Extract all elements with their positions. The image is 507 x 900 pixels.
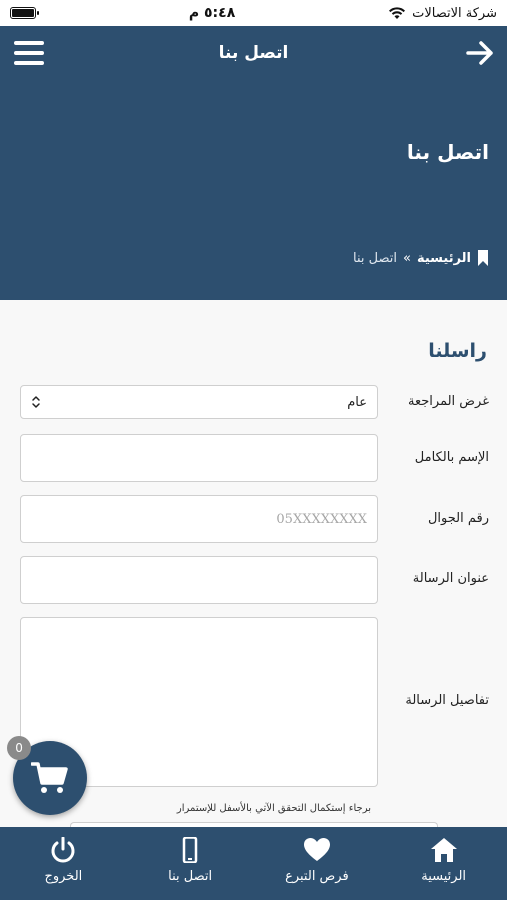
breadcrumb-current: اتصل بنا: [353, 250, 397, 266]
captcha-hint: برجاء إستكمال التحقق الآتي بالأسفل للإست…: [176, 803, 371, 814]
subject-input[interactable]: [20, 556, 378, 604]
mobile-placeholder: 05XXXXXXXX: [276, 511, 367, 527]
nav-label-donations: فرص التبرع: [285, 869, 349, 884]
breadcrumb: الرئيسية » اتصل بنا: [353, 250, 489, 266]
carrier-name: شركة الاتصالات: [412, 5, 497, 21]
nav-item-contact[interactable]: اتصل بنا: [127, 827, 254, 900]
select-arrows-icon: [32, 396, 40, 408]
wifi-icon: [389, 7, 406, 19]
page-title: اتصل بنا: [406, 140, 489, 164]
status-bar: ٥:٤٨ م شركة الاتصالات: [0, 0, 507, 26]
cart-count-badge: 0: [7, 736, 31, 760]
nav-item-logout[interactable]: الخروج: [0, 827, 127, 900]
nav-item-donations[interactable]: فرص التبرع: [254, 827, 381, 900]
page-header: اتصل بنا الرئيسية » اتصل بنا: [0, 80, 507, 300]
power-icon: [51, 837, 75, 863]
carrier-info: شركة الاتصالات: [388, 6, 497, 21]
subject-label: عنوان الرسالة: [412, 571, 489, 586]
heart-icon: [303, 838, 330, 861]
shopping-cart-icon: [31, 762, 68, 793]
bookmark-icon: [478, 250, 488, 266]
battery-indicator: [10, 7, 39, 19]
fullname-input[interactable]: [20, 434, 378, 482]
form-section-title: راسلنا: [428, 340, 487, 362]
purpose-select[interactable]: عام: [20, 385, 378, 419]
mobile-input[interactable]: 05XXXXXXXX: [20, 495, 378, 543]
status-time: ٥:٤٨ م: [188, 5, 236, 21]
app-bar-title: اتصل بنا: [218, 43, 289, 63]
details-label: تفاصيل الرسالة: [405, 693, 489, 708]
nav-item-home[interactable]: الرئيسية: [380, 827, 507, 900]
mobile-phone-icon: [182, 837, 198, 863]
home-icon: [430, 838, 457, 862]
app-bar: اتصل بنا: [0, 26, 507, 80]
hamburger-menu-icon[interactable]: [14, 39, 44, 67]
nav-label-logout: الخروج: [44, 869, 83, 884]
breadcrumb-home-link[interactable]: الرئيسية: [417, 251, 471, 266]
breadcrumb-separator: »: [403, 250, 411, 266]
purpose-selected-value: عام: [347, 394, 367, 410]
battery-icon: [10, 7, 39, 19]
contact-form: راسلنا غرض المراجعة عام الإسم بالكامل رق…: [0, 300, 507, 828]
mobile-label: رقم الجوال: [427, 511, 489, 526]
nav-label-contact: اتصل بنا: [168, 869, 213, 884]
nav-label-home: الرئيسية: [421, 869, 467, 884]
arrow-right-icon[interactable]: [465, 38, 495, 68]
fullname-label: الإسم بالكامل: [414, 450, 489, 465]
bottom-nav: الرئيسية فرص التبرع اتصل بنا الخروج: [0, 827, 507, 900]
purpose-label: غرض المراجعة: [408, 394, 489, 409]
